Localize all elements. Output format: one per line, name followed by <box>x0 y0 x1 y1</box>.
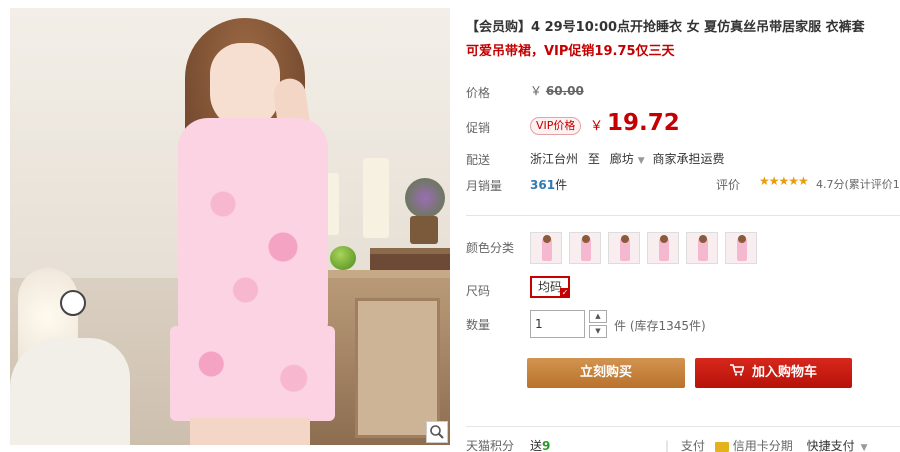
photo-sofa <box>10 338 130 445</box>
size-option-label: 均码 <box>537 280 562 294</box>
rating-label: 评价 <box>716 178 741 192</box>
model-legs <box>190 418 310 445</box>
size-option-selected[interactable]: 均码 ✓ <box>530 276 570 298</box>
product-subtitle: 可爱吊带裙，VIP促销19.75仅三天 <box>466 44 675 59</box>
add-to-cart-button[interactable]: 加入购物车 <box>695 358 852 388</box>
chevron-down-icon[interactable]: ▼ <box>861 443 868 452</box>
quantity-label: 数量 <box>466 318 491 332</box>
tmall-points-prefix: 送 <box>530 439 543 452</box>
swatch-head <box>621 235 629 243</box>
sale-price-value: 19.72 <box>607 110 680 136</box>
product-title: 【会员购】4 29号10:00点开抢睡衣 女 夏仿真丝吊带居家服 衣裤套 <box>466 20 865 35</box>
swatch-head <box>699 235 707 243</box>
vip-price-tag: VIP价格 <box>530 117 582 135</box>
divider: | <box>665 439 670 452</box>
divider <box>466 215 900 216</box>
pajama-top <box>178 118 328 333</box>
shipping-info: 浙江台州 至 廊坊 ▼ 商家承担运费 <box>530 150 724 167</box>
photo-plant <box>405 178 445 218</box>
color-label: 颜色分类 <box>466 241 515 255</box>
ship-from: 浙江台州 <box>530 152 579 166</box>
ship-note: 商家承担运费 <box>652 152 725 166</box>
photo-apple <box>330 246 356 270</box>
quantity-decrease-button[interactable]: ▼ <box>589 325 607 338</box>
ship-to-select[interactable]: 廊坊 ▼ <box>610 152 649 166</box>
color-swatch[interactable] <box>647 232 679 264</box>
size-label: 尺码 <box>466 284 491 298</box>
rating-score[interactable]: 4.7分(累计评价1 <box>816 176 900 192</box>
photo-drawer <box>355 298 440 438</box>
card-installment[interactable]: 信用卡分期 <box>733 439 793 452</box>
rating-stars: ★★★★★ <box>759 174 809 188</box>
color-swatch[interactable] <box>530 232 562 264</box>
color-swatch[interactable] <box>608 232 640 264</box>
sales-label: 月销量 <box>466 179 503 193</box>
promo-label: 促销 <box>466 121 491 135</box>
currency-symbol: ￥ <box>590 119 604 134</box>
photo-mug <box>60 290 86 316</box>
sales-count-value: 361 <box>530 178 556 192</box>
tmall-points-label: 天猫积分 <box>466 439 515 452</box>
payment-info: | 支付 信用卡分期 快捷支付 ▼ <box>665 437 868 452</box>
magnifier-icon[interactable] <box>426 421 448 443</box>
check-icon: ✓ <box>560 288 570 298</box>
stock-info: 件 (库存1345件) <box>614 319 706 333</box>
credit-card-icon <box>714 441 729 452</box>
sales-unit: 件 <box>555 178 568 192</box>
product-image[interactable] <box>10 8 450 445</box>
currency-symbol: ￥ <box>530 84 543 98</box>
swatch-head <box>660 235 668 243</box>
original-price-value: 60.00 <box>545 84 584 98</box>
photo-candle <box>363 158 389 238</box>
divider <box>466 426 900 427</box>
sale-price: ￥ 19.72 <box>590 110 680 136</box>
color-swatch[interactable] <box>686 232 718 264</box>
original-price: ￥ 60.00 <box>530 82 584 99</box>
color-swatch[interactable] <box>569 232 601 264</box>
tmall-points-value: 9 <box>542 439 551 452</box>
color-swatch[interactable] <box>725 232 757 264</box>
pajama-shorts <box>170 326 335 421</box>
ship-to: 廊坊 <box>609 152 634 166</box>
tmall-points: 送9 <box>530 437 550 452</box>
payment-label: 支付 <box>680 439 705 452</box>
sales-count: 361件 <box>530 176 567 193</box>
photo-books <box>370 248 450 272</box>
swatch-head <box>543 235 551 243</box>
price-label: 价格 <box>466 86 491 100</box>
cart-icon <box>729 358 745 388</box>
photo-pot <box>410 216 438 244</box>
quantity-input[interactable]: 1 <box>530 310 585 338</box>
buy-now-button[interactable]: 立刻购买 <box>527 358 685 388</box>
quantity-increase-button[interactable]: ▲ <box>589 310 607 323</box>
shipping-label: 配送 <box>466 153 491 167</box>
chevron-down-icon: ▼ <box>637 156 645 166</box>
swatch-head <box>738 235 746 243</box>
quick-pay[interactable]: 快捷支付 <box>807 439 855 452</box>
add-to-cart-label: 加入购物车 <box>751 365 817 380</box>
ship-to-word: 至 <box>587 152 600 166</box>
swatch-head <box>582 235 590 243</box>
model-face <box>210 43 280 129</box>
